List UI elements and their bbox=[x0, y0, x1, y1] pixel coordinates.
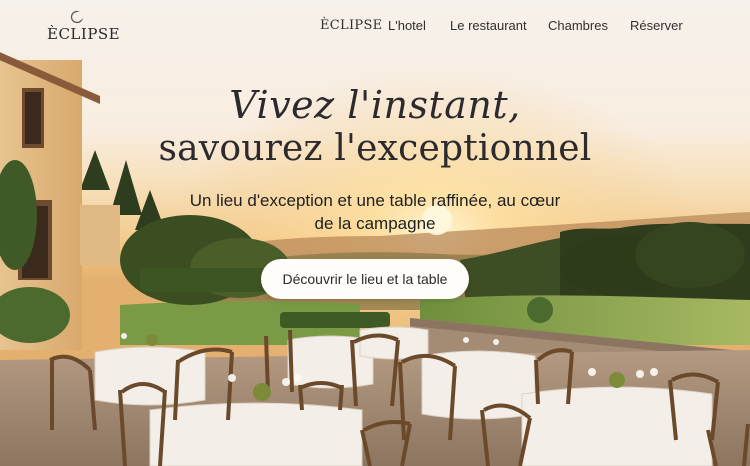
hero-headline-line-2: savourez l'exceptionnel bbox=[158, 128, 592, 169]
top-navigation: ÈCLIPSE ÈCLIPSE L'hotel Le restaurant Ch… bbox=[0, 0, 750, 60]
nav-item-hotel[interactable]: L'hotel bbox=[388, 18, 426, 33]
eclipse-logo-icon bbox=[70, 10, 84, 24]
hero-headline-line-1: Vivez l'instant, bbox=[229, 83, 521, 127]
hero-subtitle-line-1: Un lieu d'exception et une table raffiné… bbox=[189, 191, 561, 210]
nav-item-chambres[interactable]: Chambres bbox=[548, 18, 608, 33]
discover-venue-button[interactable]: Découvrir le lieu et la table bbox=[261, 259, 469, 299]
logo-wordmark: ÈCLIPSE bbox=[47, 25, 121, 43]
hero-subtitle-line-2: de la campagne bbox=[314, 214, 436, 233]
brand-logo[interactable]: ÈCLIPSE bbox=[47, 10, 121, 43]
hero-section: ÈCLIPSE ÈCLIPSE L'hotel Le restaurant Ch… bbox=[0, 0, 750, 466]
nav-item-restaurant[interactable]: Le restaurant bbox=[450, 18, 527, 33]
nav-item-reserver[interactable]: Réserver bbox=[630, 18, 683, 33]
nav-home-brand[interactable]: ÈCLIPSE bbox=[320, 18, 382, 33]
